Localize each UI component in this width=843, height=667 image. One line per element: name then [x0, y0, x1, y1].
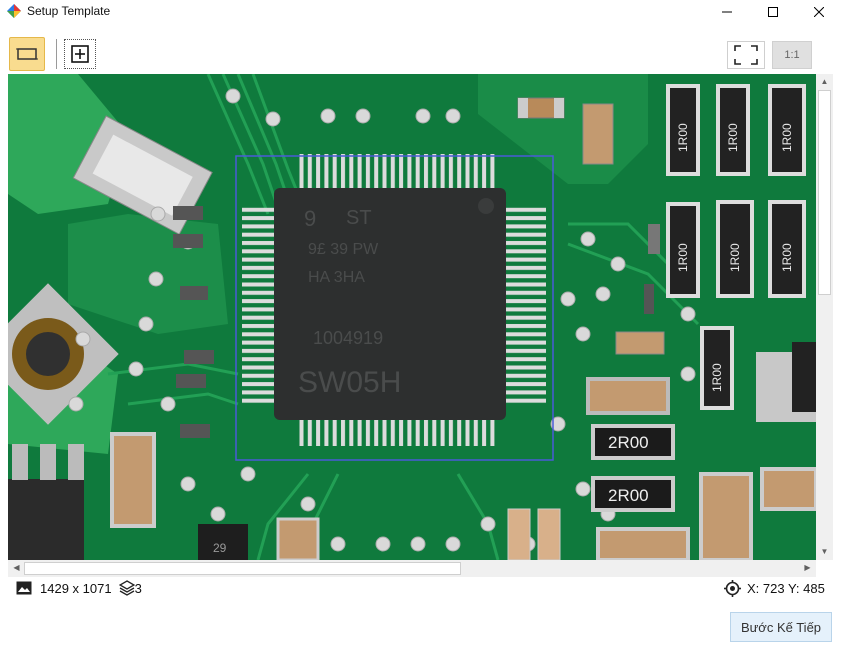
- fit-to-window-button[interactable]: [727, 41, 765, 69]
- scroll-up-icon[interactable]: ▲: [816, 74, 833, 90]
- actual-size-button[interactable]: 1:1: [772, 41, 812, 69]
- resistor-label: 1R00: [710, 363, 724, 392]
- fullscreen-icon: [734, 45, 758, 65]
- maximize-button[interactable]: [750, 0, 796, 24]
- resistor-label: 1R00: [780, 123, 794, 152]
- cursor-coordinates: X: 723 Y: 485: [724, 580, 825, 597]
- next-step-button[interactable]: Bước Kế Tiếp: [730, 612, 832, 642]
- rectangle-tool-button[interactable]: [9, 37, 45, 71]
- crosshair-icon: [724, 580, 741, 597]
- maximize-icon: [768, 7, 778, 17]
- vertical-scroll-thumb[interactable]: [818, 90, 831, 295]
- resistor-label: 2R00: [608, 433, 649, 452]
- resistor-label: 1R00: [728, 243, 742, 272]
- resistor-label: 1R00: [726, 123, 740, 152]
- scroll-right-icon[interactable]: ▶: [799, 560, 816, 576]
- minimize-button[interactable]: [704, 0, 750, 24]
- title-bar: Setup Template: [0, 0, 843, 24]
- resistor-label: 1R00: [676, 123, 690, 152]
- close-icon: [814, 7, 824, 17]
- image-icon: [16, 581, 32, 595]
- coordinates-text: X: 723 Y: 485: [747, 581, 825, 596]
- vertical-scrollbar[interactable]: ▲ ▼: [816, 74, 833, 560]
- toolbar-separator: [56, 39, 57, 69]
- app-logo-icon: [7, 4, 21, 18]
- window-title: Setup Template: [27, 4, 111, 18]
- image-size-text: 1429 x 1071: [40, 580, 112, 596]
- resistor-label: 2R00: [608, 486, 649, 505]
- resistor-label: 1R00: [780, 243, 794, 272]
- horizontal-scrollbar[interactable]: ◀ ▶: [8, 560, 816, 577]
- toolbar: 1:1: [0, 34, 843, 72]
- status-bar: 1429 x 1071 3 X: 723 Y: 485: [0, 578, 843, 598]
- chip-marking: HA 3HA: [308, 269, 365, 286]
- image-viewer[interactable]: 1R00 1R00 1R00 1R00 1R00 1R00 1R00 2R00 …: [8, 74, 816, 560]
- add-box-icon: [71, 45, 89, 63]
- minimize-icon: [722, 11, 732, 13]
- image-size-info: 1429 x 1071 3: [16, 580, 142, 596]
- horizontal-scroll-thumb[interactable]: [24, 562, 461, 575]
- chip-marking: SW05H: [298, 366, 401, 399]
- chip-marking: 9£ 39 PW: [308, 241, 379, 258]
- layers-count: 3: [134, 580, 142, 596]
- component-label: 29: [213, 541, 227, 555]
- pcb-image: 1R00 1R00 1R00 1R00 1R00 1R00 1R00 2R00 …: [8, 74, 816, 560]
- rectangle-select-icon: [16, 48, 38, 60]
- add-region-button[interactable]: [64, 39, 96, 69]
- chip-marking: 9: [304, 206, 316, 231]
- chip-marking: 1004919: [313, 328, 383, 348]
- chip-marking: ST: [346, 207, 372, 229]
- resistor-label: 1R00: [676, 243, 690, 272]
- close-button[interactable]: [796, 0, 842, 24]
- scroll-left-icon[interactable]: ◀: [8, 560, 25, 576]
- layers-icon: [118, 580, 135, 596]
- scroll-down-icon[interactable]: ▼: [816, 544, 833, 560]
